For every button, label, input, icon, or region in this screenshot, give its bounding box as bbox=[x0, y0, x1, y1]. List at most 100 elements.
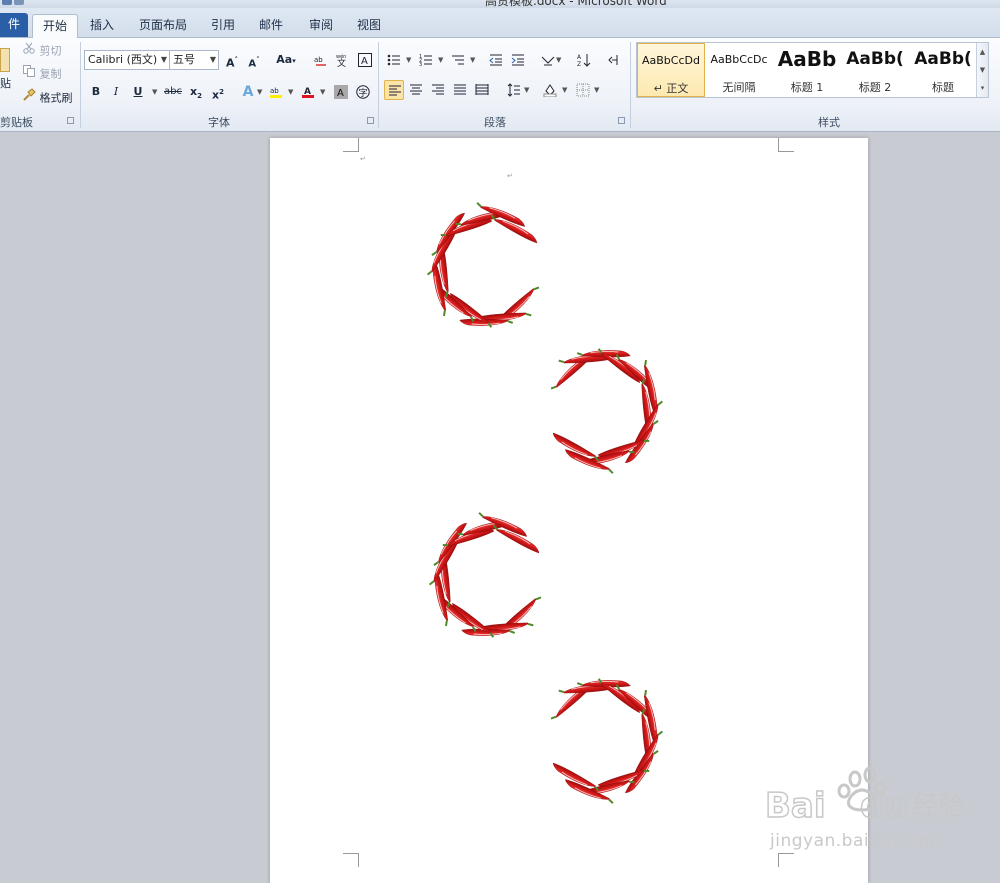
undo-icon[interactable] bbox=[14, 0, 24, 5]
font-launcher-icon[interactable] bbox=[367, 117, 374, 124]
svg-text:3: 3 bbox=[419, 62, 422, 67]
paste-icon[interactable] bbox=[0, 48, 10, 72]
svg-text:du: du bbox=[860, 786, 909, 826]
chili-wreath[interactable] bbox=[550, 347, 665, 475]
sort-icon[interactable]: AZ bbox=[574, 50, 594, 70]
chili-wreath[interactable] bbox=[550, 677, 665, 805]
decrease-indent-icon[interactable] bbox=[486, 50, 506, 70]
italic-button[interactable]: I bbox=[106, 82, 126, 102]
increase-indent-icon[interactable] bbox=[508, 50, 528, 70]
numbering-icon[interactable]: 123 bbox=[416, 50, 436, 70]
svg-text:ab: ab bbox=[270, 87, 279, 95]
chevron-down-icon[interactable]: ▼ bbox=[562, 86, 567, 94]
asian-layout-icon[interactable] bbox=[538, 50, 558, 70]
tab-insert[interactable]: 插入 bbox=[82, 14, 122, 38]
gallery-scrollbar[interactable]: ▲ ▼ ▾ bbox=[976, 43, 988, 97]
align-right-icon[interactable] bbox=[428, 80, 448, 100]
ribbon: 贴 剪切 复制 格式刷 剪贴板 Calibri (西文) ▼ 五号 ▼ A˄ A… bbox=[0, 38, 1000, 132]
format-painter-button[interactable]: 格式刷 bbox=[22, 88, 73, 108]
chevron-down-icon[interactable]: ▼ bbox=[470, 56, 475, 64]
cut-button[interactable]: 剪切 bbox=[22, 41, 62, 61]
clear-formatting-icon[interactable]: ab bbox=[311, 50, 331, 70]
watermark-url: jingyan.baidu.com bbox=[770, 831, 936, 851]
multilevel-list-icon[interactable] bbox=[448, 50, 468, 70]
change-case-button[interactable]: Aa▾ bbox=[273, 50, 299, 70]
svg-text:ab: ab bbox=[314, 56, 323, 64]
tab-page-layout[interactable]: 页面布局 bbox=[134, 14, 192, 38]
tab-mailings[interactable]: 邮件 bbox=[252, 14, 290, 38]
ribbon-tab-row: 件 开始 插入 页面布局 引用 邮件 审阅 视图 bbox=[0, 8, 1000, 39]
chevron-down-icon[interactable]: ▼ bbox=[152, 88, 157, 96]
show-formatting-marks-icon[interactable] bbox=[604, 50, 624, 70]
font-color-icon[interactable]: A bbox=[298, 82, 318, 102]
svg-text:A: A bbox=[337, 88, 344, 99]
phonetic-guide-icon[interactable]: wén 文 bbox=[333, 50, 353, 70]
chevron-down-icon[interactable]: ▼ bbox=[438, 56, 443, 64]
style-title[interactable]: AaBb( 标题 bbox=[909, 43, 977, 97]
style-sample: AaBb bbox=[777, 47, 837, 71]
svg-text:Bai: Bai bbox=[765, 786, 826, 826]
paste-button[interactable]: 贴 bbox=[0, 74, 11, 94]
strikethrough-button[interactable]: abc bbox=[162, 82, 184, 102]
character-shading-icon[interactable]: A bbox=[331, 82, 351, 102]
paintbrush-icon bbox=[22, 88, 36, 109]
chevron-down-icon[interactable]: ▼ bbox=[556, 56, 561, 64]
copy-button[interactable]: 复制 bbox=[22, 64, 62, 84]
tab-home[interactable]: 开始 bbox=[32, 14, 78, 39]
tab-file[interactable]: 件 bbox=[0, 13, 28, 37]
character-border-icon[interactable]: A bbox=[355, 50, 375, 70]
baidu-logo-icon: Bai du 经验 bbox=[764, 766, 964, 827]
chevron-down-icon[interactable]: ▼ bbox=[288, 88, 293, 96]
style-name: 标题 1 bbox=[790, 81, 824, 94]
highlight-color-icon[interactable]: ab bbox=[266, 82, 286, 102]
tab-view[interactable]: 视图 bbox=[350, 14, 388, 38]
tab-review[interactable]: 审阅 bbox=[302, 14, 340, 38]
svg-text:A: A bbox=[361, 56, 368, 67]
borders-icon[interactable] bbox=[573, 80, 593, 100]
format-painter-label: 格式刷 bbox=[39, 91, 73, 105]
distributed-align-icon[interactable] bbox=[472, 80, 492, 100]
group-divider bbox=[630, 42, 631, 128]
chevron-up-icon[interactable]: ▲ bbox=[977, 43, 988, 61]
chevron-down-icon: ▼ bbox=[209, 55, 216, 64]
justify-icon[interactable] bbox=[450, 80, 470, 100]
subscript-button[interactable]: x2 bbox=[186, 82, 206, 102]
style-no-spacing[interactable]: AaBbCcDc 无间隔 bbox=[705, 43, 773, 97]
shrink-font-button[interactable]: A˅ bbox=[244, 50, 264, 70]
tab-references[interactable]: 引用 bbox=[204, 14, 242, 38]
align-center-icon[interactable] bbox=[406, 80, 426, 100]
cut-label: 剪切 bbox=[39, 44, 62, 58]
chevron-down-icon[interactable]: ▼ bbox=[594, 86, 599, 94]
chili-wreath[interactable] bbox=[428, 511, 543, 639]
chevron-down-icon[interactable]: ▼ bbox=[320, 88, 325, 96]
style-name: 无间隔 bbox=[722, 81, 756, 94]
chili-wreath[interactable] bbox=[426, 201, 541, 329]
grow-font-button[interactable]: A˄ bbox=[222, 50, 242, 70]
clipboard-launcher-icon[interactable] bbox=[67, 117, 74, 124]
bullets-icon[interactable] bbox=[384, 50, 404, 70]
superscript-button[interactable]: x2 bbox=[208, 82, 228, 102]
style-heading-1[interactable]: AaBb 标题 1 bbox=[773, 43, 841, 97]
shading-icon[interactable] bbox=[540, 80, 560, 100]
align-left-icon[interactable] bbox=[384, 80, 404, 100]
style-sample: AaBbCcDd bbox=[642, 54, 700, 67]
font-name-combobox[interactable]: Calibri (西文) ▼ bbox=[84, 50, 170, 70]
style-name: 标题 2 bbox=[858, 81, 892, 94]
enclose-characters-icon[interactable]: 字 bbox=[353, 82, 373, 102]
bold-button[interactable]: B bbox=[86, 82, 106, 102]
chevron-down-icon[interactable]: ▼ bbox=[406, 56, 411, 64]
text-effects-button[interactable]: A bbox=[238, 82, 258, 102]
svg-text:经验: 经验 bbox=[912, 792, 964, 822]
chevron-down-icon[interactable]: ▼ bbox=[257, 88, 262, 96]
paragraph-launcher-icon[interactable] bbox=[618, 117, 625, 124]
more-icon[interactable]: ▾ bbox=[977, 79, 988, 97]
underline-button[interactable]: U bbox=[128, 82, 148, 102]
chevron-down-icon[interactable]: ▼ bbox=[977, 61, 988, 79]
style-normal[interactable]: AaBbCcDd ↵ 正文 bbox=[637, 43, 705, 97]
style-heading-2[interactable]: AaBb( 标题 2 bbox=[841, 43, 909, 97]
line-spacing-icon[interactable] bbox=[504, 80, 524, 100]
save-icon[interactable] bbox=[2, 0, 12, 5]
font-size-combobox[interactable]: 五号 ▼ bbox=[169, 50, 219, 70]
chevron-down-icon[interactable]: ▼ bbox=[524, 86, 529, 94]
chevron-down-icon: ▼ bbox=[160, 55, 167, 64]
